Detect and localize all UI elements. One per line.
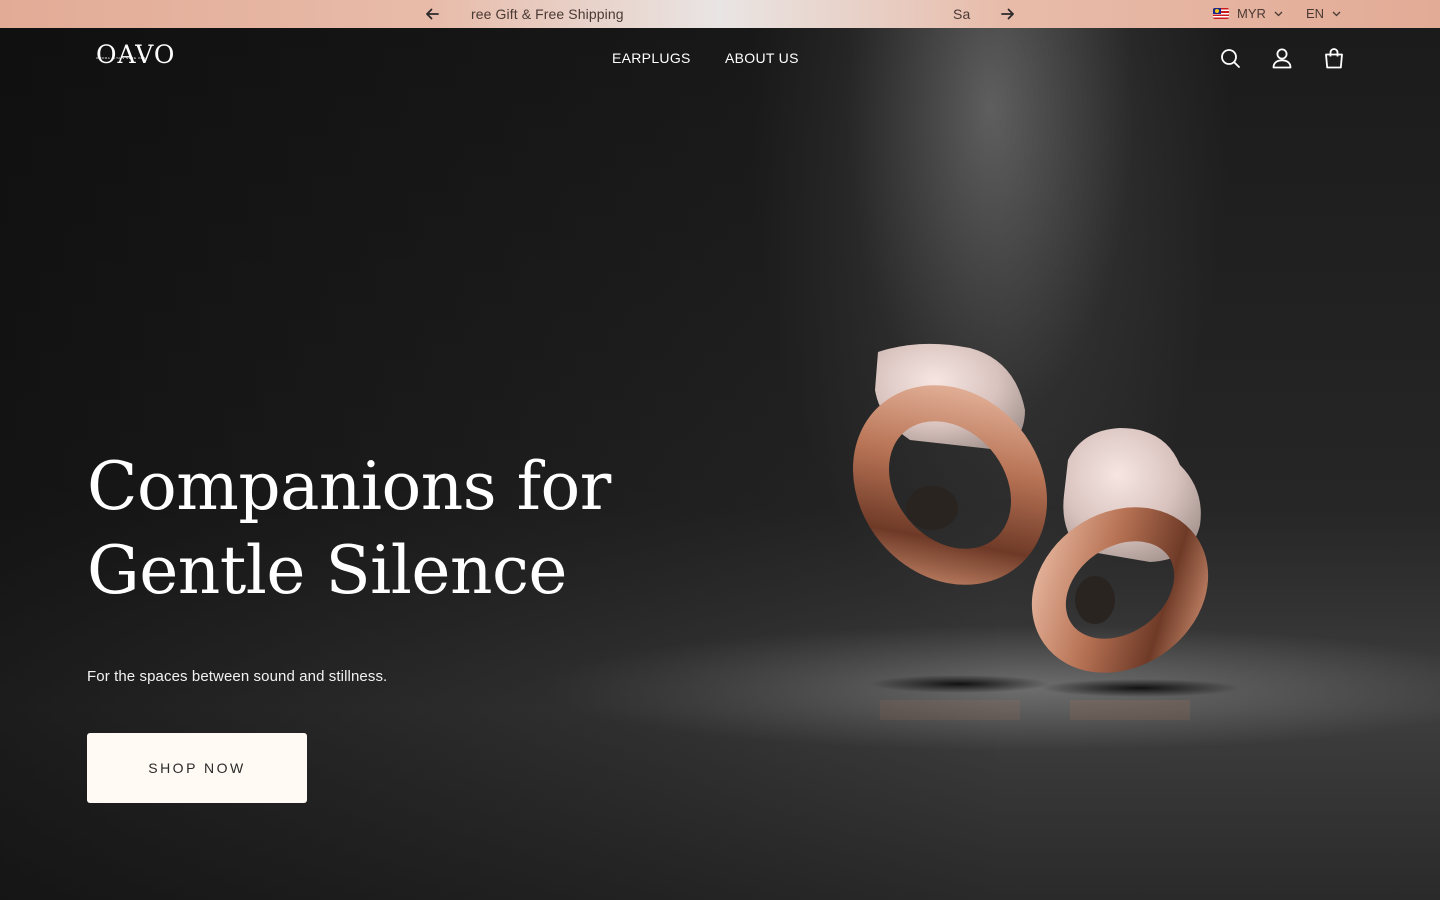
nav-earplugs[interactable]: EARPLUGS [612,50,691,66]
brand-logo[interactable]: OAVO OMORA ALTA'S SERE ONA [96,41,188,71]
earplugs-product-image [820,300,1240,720]
language-label: EN [1306,6,1325,21]
site-header: OAVO OMORA ALTA'S SERE ONA EARPLUGS ABOU… [0,28,1440,90]
arrow-left-icon[interactable] [425,5,439,23]
currency-selector[interactable]: MYR [1213,6,1283,21]
arrow-right-icon[interactable] [1001,5,1015,23]
language-selector[interactable]: EN [1306,6,1341,21]
nav-about-us[interactable]: ABOUT US [725,50,799,66]
hero-title-line: Companions for [87,448,611,525]
account-icon[interactable] [1271,47,1293,69]
cart-icon[interactable] [1323,47,1345,69]
hero-title: Companions for Gentle Silence [87,445,727,613]
search-icon[interactable] [1219,47,1241,69]
hero-title-line: Gentle Silence [87,532,567,609]
announcement-bar: ree Gift & Free Shipping Sa MYR EN [0,0,1440,28]
logo-tagline: OMORA ALTA'S SERE ONA [96,56,147,60]
currency-label: MYR [1237,6,1266,21]
chevron-down-icon [1274,11,1283,17]
announcement-message: ree Gift & Free Shipping [471,6,624,22]
chevron-down-icon [1332,11,1341,17]
logo-wordmark: OAVO [96,40,176,69]
shop-now-button[interactable]: SHOP NOW [87,733,307,803]
announcement-message: Sa [953,6,971,22]
malaysia-flag-icon [1213,8,1229,19]
hero-subtitle: For the spaces between sound and stillne… [87,668,388,685]
